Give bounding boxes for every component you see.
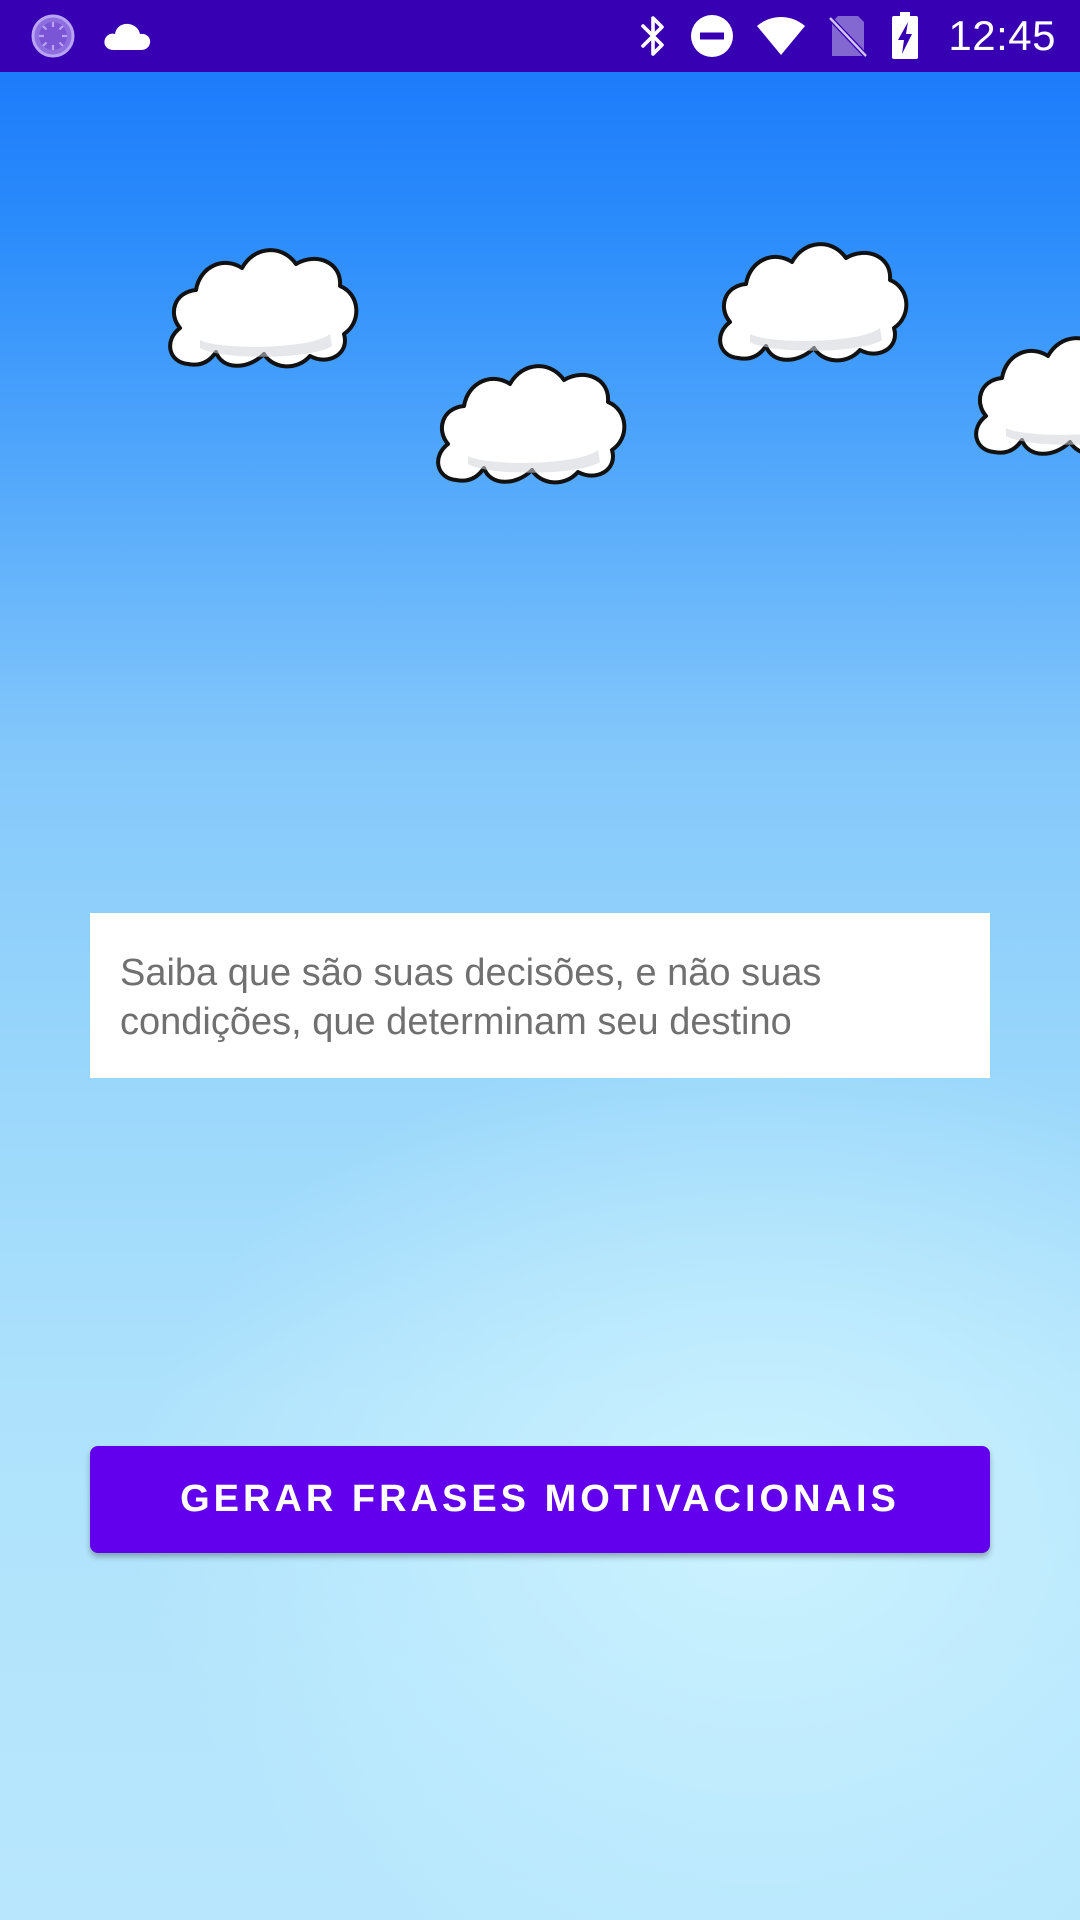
loading-spinner-icon: [30, 13, 76, 59]
cloud-icon: [102, 20, 152, 52]
cloud-decoration: [974, 336, 1080, 456]
cloud-decoration: [168, 248, 359, 369]
battery-charging-icon: [890, 12, 920, 60]
quote-text: Saiba que são suas decisões, e não suas …: [120, 952, 822, 1043]
status-bar: 12:45: [0, 0, 1080, 72]
no-sim-icon: [828, 14, 869, 58]
cloud-decoration: [436, 364, 627, 485]
do-not-disturb-icon: [690, 14, 734, 58]
status-right-icons: 12:45: [638, 10, 1056, 62]
status-time: 12:45: [948, 12, 1056, 59]
bluetooth-icon: [638, 14, 668, 58]
generate-phrases-button[interactable]: GERAR FRASES MOTIVACIONAIS: [90, 1446, 990, 1553]
cloud-decoration: [718, 242, 909, 363]
status-left-icons: [30, 12, 152, 60]
wifi-icon: [756, 16, 806, 56]
app-screen: 12:45 Saiba que são suas decisões, e não…: [0, 0, 1080, 1920]
quote-card: Saiba que são suas decisões, e não suas …: [90, 913, 990, 1078]
